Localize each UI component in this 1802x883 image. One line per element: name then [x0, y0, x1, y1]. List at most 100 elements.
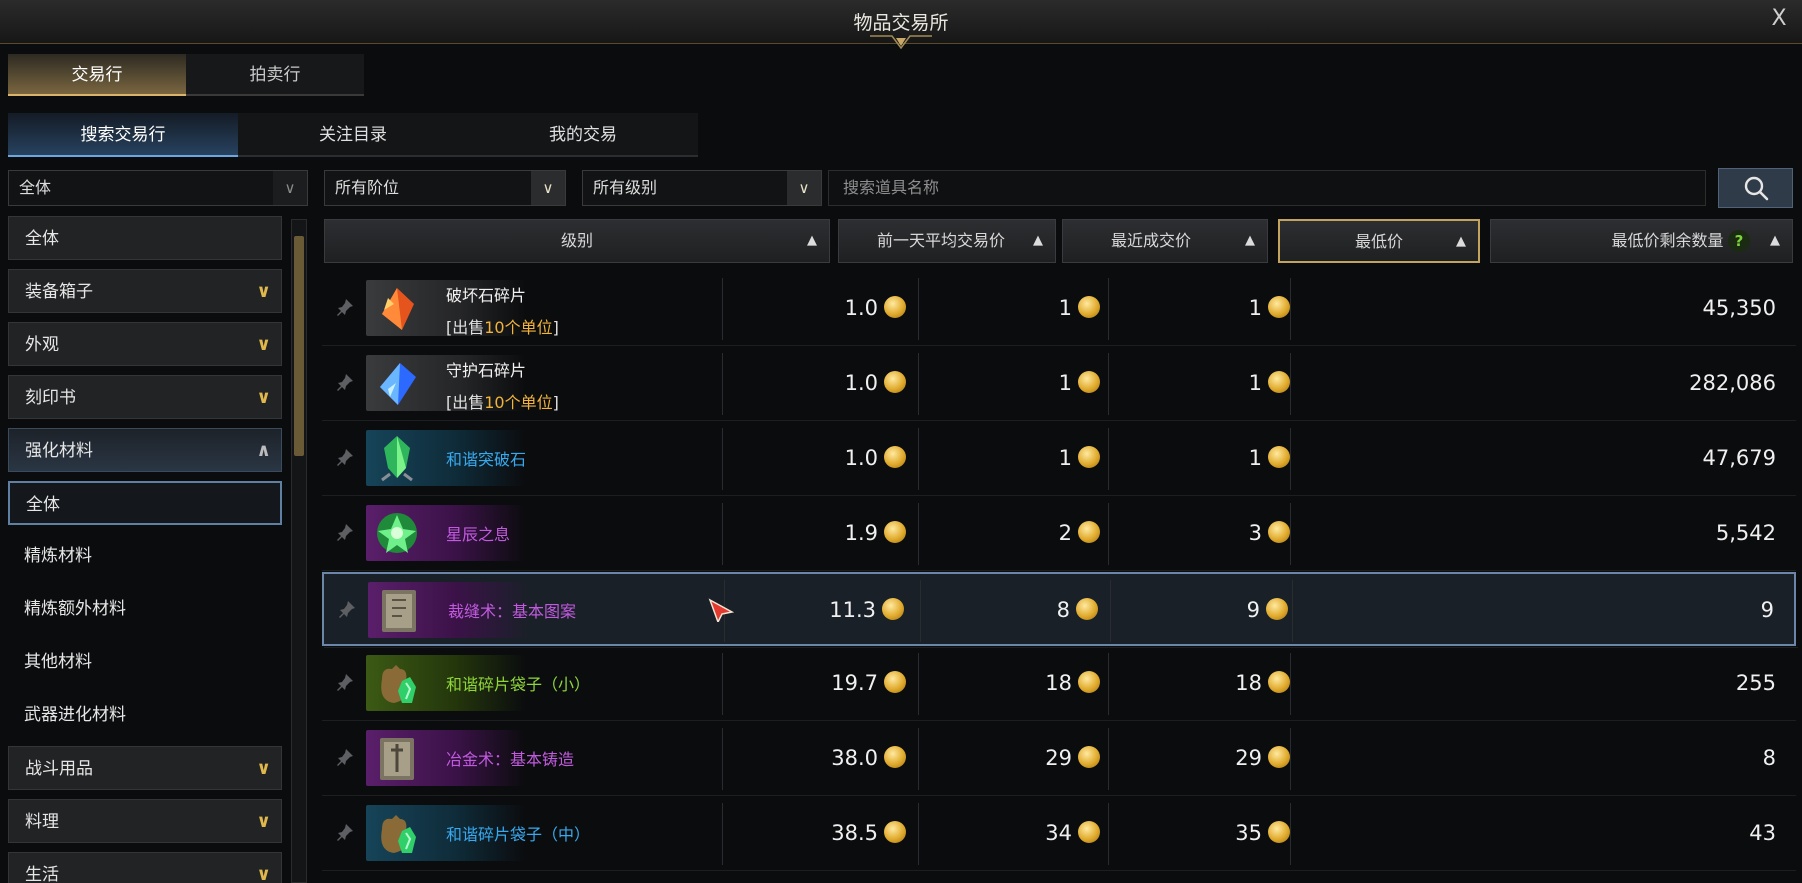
row-divider — [322, 420, 1796, 421]
table-row[interactable]: 守护石碎片 [出售10个单位] 1.0 1 1 282,086 — [322, 347, 1796, 421]
pin-icon[interactable] — [338, 600, 356, 618]
price-lowest: 18 — [1235, 671, 1290, 695]
sidebar-subitem-all[interactable]: 全体 — [8, 481, 282, 525]
item-name: 和谐碎片袋子（小） — [446, 675, 591, 694]
tab-watchlist[interactable]: 关注目录 — [238, 113, 468, 157]
item-icon-frame — [368, 582, 430, 638]
pin-icon[interactable] — [336, 298, 354, 316]
tier-dropdown[interactable]: 所有阶位 ∨ — [324, 170, 566, 206]
sidebar-item-enhancement[interactable]: 强化材料 ∧ — [8, 428, 282, 472]
header-grade[interactable]: 级别 ▲ — [324, 219, 830, 263]
sidebar-item-label: 生活 — [25, 865, 59, 883]
sale-unit-count: 10个单位 — [484, 393, 553, 412]
sidebar-item-label: 料理 — [25, 812, 59, 832]
pin-icon[interactable] — [336, 748, 354, 766]
pin-icon[interactable] — [336, 448, 354, 466]
sidebar-item-label: 全体 — [26, 495, 60, 515]
column-divider — [1108, 278, 1109, 340]
price-value: 1 — [1058, 296, 1072, 320]
column-divider — [918, 803, 919, 865]
sidebar-item-combat-supplies[interactable]: 战斗用品 ∨ — [8, 746, 282, 790]
sub-tabs: 搜索交易行 关注目录 我的交易 — [8, 113, 698, 157]
header-label: 级别 — [560, 231, 593, 250]
sidebar-item-appearance[interactable]: 外观 ∨ — [8, 322, 282, 366]
gold-coin-icon — [1268, 371, 1290, 393]
gold-coin-icon — [1268, 671, 1290, 693]
pin-icon[interactable] — [336, 373, 354, 391]
table-row[interactable]: 和谐碎片袋子（小） 19.7 18 18 255 — [322, 647, 1796, 721]
sidebar-item-label: 其他材料 — [24, 652, 92, 672]
header-lowest-price[interactable]: 最低价 ▲ — [1278, 219, 1480, 263]
column-divider — [1108, 428, 1109, 490]
pin-icon[interactable] — [336, 823, 354, 841]
header-avg-price[interactable]: 前一天平均交易价 ▲ — [838, 219, 1056, 263]
price-value: 1.0 — [844, 446, 878, 470]
sidebar-scroll-thumb[interactable] — [294, 236, 304, 456]
sort-triangle-icon: ▲ — [807, 233, 817, 248]
table-row[interactable]: 破坏石碎片 [出售10个单位] 1.0 1 1 45,350 — [322, 272, 1796, 346]
price-value: 3 — [1248, 521, 1262, 545]
sidebar-subitem-refining-extra[interactable]: 精炼额外材料 — [8, 587, 282, 631]
gold-coin-icon — [1078, 296, 1100, 318]
gold-coin-icon — [1266, 598, 1288, 620]
price-lowest: 9 — [1247, 598, 1288, 622]
category-sidebar: 全体 装备箱子 ∨ 外观 ∨ 刻印书 ∨ 强化材料 ∧ 全体 精炼材料 精炼额外材料 其… — [8, 216, 282, 883]
gold-coin-icon — [1078, 446, 1100, 468]
price-value: 1.0 — [844, 371, 878, 395]
price-value: 18 — [1045, 671, 1072, 695]
sidebar-subitem-other[interactable]: 其他材料 — [8, 640, 282, 684]
column-divider — [918, 653, 919, 715]
title-ornament-icon — [870, 35, 932, 50]
header-recent-price[interactable]: 最近成交价 ▲ — [1062, 219, 1268, 263]
tab-search-exchange[interactable]: 搜索交易行 — [8, 113, 238, 157]
column-divider — [1292, 580, 1293, 642]
sidebar-subitem-weapon-evolution[interactable]: 武器进化材料 — [8, 693, 282, 737]
header-lowest-qty[interactable]: 最低价剩余数量 ? ▲ — [1490, 219, 1793, 263]
column-divider — [918, 728, 919, 790]
sidebar-item-cooking[interactable]: 料理 ∨ — [8, 799, 282, 843]
sale-unit-suffix: ] — [552, 393, 559, 412]
sidebar-item-engraving[interactable]: 刻印书 ∨ — [8, 375, 282, 419]
table-row[interactable]: 冶金术：基本铸造 38.0 29 29 8 — [322, 722, 1796, 796]
table-row[interactable]: 和谐突破石 1.0 1 1 47,679 — [322, 422, 1796, 496]
lowest-price-quantity: 8 — [1762, 746, 1776, 770]
book-icon — [382, 590, 416, 632]
sidebar-item-all[interactable]: 全体 — [8, 216, 282, 260]
pin-icon[interactable] — [336, 523, 354, 541]
pin-icon[interactable] — [336, 673, 354, 691]
price-value: 1 — [1248, 446, 1262, 470]
grade-dropdown[interactable]: 所有级别 ∨ — [582, 170, 822, 206]
tab-auction[interactable]: 拍卖行 — [186, 54, 364, 96]
price-avg: 19.7 — [831, 671, 906, 695]
sidebar-item-life[interactable]: 生活 ∨ — [8, 852, 282, 883]
column-divider — [1108, 803, 1109, 865]
price-value: 1.0 — [844, 296, 878, 320]
row-divider — [322, 570, 1796, 571]
tab-my-trades[interactable]: 我的交易 — [468, 113, 698, 157]
search-button[interactable] — [1718, 168, 1793, 208]
lowest-price-quantity: 255 — [1735, 671, 1776, 695]
gold-coin-icon — [1076, 598, 1098, 620]
table-row[interactable]: 和谐碎片袋子（中） 38.5 34 35 43 — [322, 797, 1796, 871]
search-input[interactable]: 搜索道具名称 — [828, 170, 1706, 206]
green-gem-icon — [381, 436, 413, 482]
price-value: 34 — [1045, 821, 1072, 845]
close-button[interactable]: X — [1766, 6, 1792, 32]
chevron-down-icon: ∨ — [273, 171, 307, 205]
table-row[interactable]: 星辰之息 1.9 2 3 5,542 — [322, 497, 1796, 571]
header-label: 最低价 — [1354, 232, 1403, 251]
row-divider — [322, 345, 1796, 346]
category-dropdown[interactable]: 全体 ∨ — [8, 170, 308, 206]
column-divider — [1290, 803, 1291, 865]
table-row[interactable]: 裁缝术：基本图案 11.3 8 9 9 — [322, 572, 1798, 648]
price-value: 29 — [1235, 746, 1262, 770]
sidebar-item-equipment-box[interactable]: 装备箱子 ∨ — [8, 269, 282, 313]
tab-exchange[interactable]: 交易行 — [8, 54, 186, 96]
column-divider — [920, 580, 921, 642]
help-icon[interactable]: ? — [1728, 230, 1750, 252]
sidebar-subitem-refining[interactable]: 精炼材料 — [8, 534, 282, 578]
price-avg: 1.0 — [845, 371, 906, 395]
price-value: 1.9 — [844, 521, 878, 545]
book-sword-icon — [380, 738, 414, 780]
column-divider — [1108, 503, 1109, 565]
